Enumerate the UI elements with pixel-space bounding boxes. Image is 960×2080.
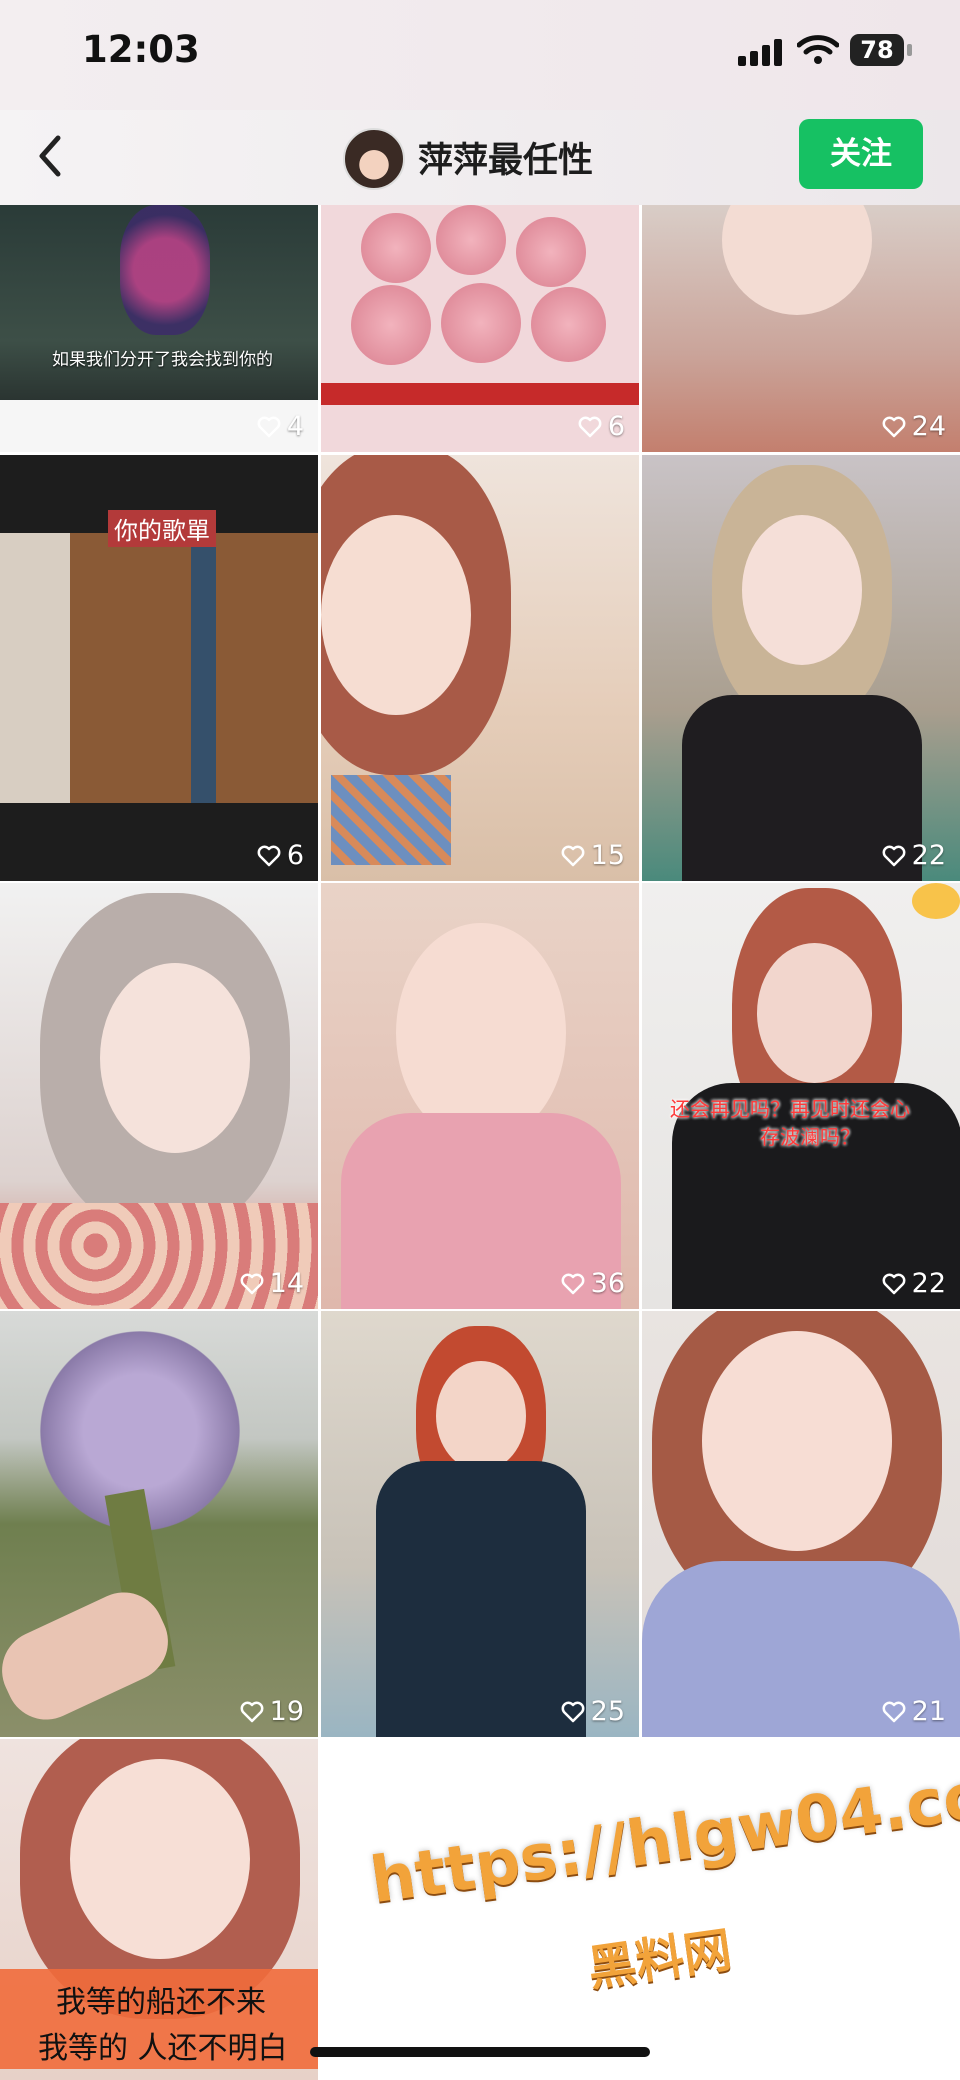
video-thumbnail[interactable]: 22 <box>642 455 960 881</box>
portrait-face <box>702 1331 892 1551</box>
video-thumbnail[interactable]: 24 <box>642 205 960 452</box>
tile-caption: 我等的船还不来 <box>56 1985 266 2020</box>
username[interactable]: 萍萍最任性 <box>418 132 593 183</box>
dark-blue-jacket <box>376 1461 586 1737</box>
wifi-icon <box>797 35 839 64</box>
like-number: 22 <box>911 840 946 871</box>
heart-icon <box>240 1701 264 1722</box>
like-number: 36 <box>590 1268 625 1299</box>
battery-tip <box>907 44 912 56</box>
like-number: 4 <box>286 411 304 442</box>
signal-icon <box>738 39 782 66</box>
back-icon[interactable] <box>28 126 74 186</box>
plaid-bow <box>331 775 451 865</box>
video-thumbnail[interactable]: 你的歌單 6 <box>0 455 318 881</box>
portrait-face <box>100 963 250 1153</box>
tile-caption: 存波澜吗？ <box>760 1125 860 1149</box>
portrait-face <box>722 205 872 315</box>
status-time: 12:03 <box>82 28 200 71</box>
like-count: 22 <box>882 1268 946 1299</box>
like-number: 22 <box>911 1268 946 1299</box>
avatar[interactable] <box>343 128 405 190</box>
video-thumbnail[interactable]: 21 <box>642 1311 960 1737</box>
rose-decoration <box>441 283 521 363</box>
status-bar: 12:03 78 <box>0 0 960 110</box>
rose-decoration <box>516 217 586 287</box>
like-number: 14 <box>269 1268 304 1299</box>
like-number: 19 <box>269 1696 304 1727</box>
heart-icon <box>561 845 585 866</box>
like-count: 14 <box>240 1268 304 1299</box>
home-indicator[interactable] <box>310 2047 650 2057</box>
video-frame <box>0 533 318 803</box>
tile-caption: 还会再见吗？再见时还会心 <box>670 1097 910 1121</box>
like-count: 36 <box>561 1268 625 1299</box>
like-number: 6 <box>607 411 625 442</box>
rose-decoration <box>351 285 431 365</box>
profile-header: 萍萍最任性 关注 <box>0 110 960 205</box>
heart-icon <box>882 845 906 866</box>
heart-icon <box>240 1273 264 1294</box>
heart-icon <box>561 1273 585 1294</box>
video-figure <box>120 205 210 335</box>
portrait-face <box>396 923 566 1143</box>
heart-icon <box>882 1273 906 1294</box>
video-thumbnail[interactable]: 6 <box>321 205 639 452</box>
portrait-face <box>742 515 862 665</box>
heart-icon <box>257 845 281 866</box>
rose-decoration <box>436 205 506 275</box>
video-thumbnail[interactable]: 如果我们分开了我会找到你的 4 <box>0 205 318 452</box>
watermark-url: https://hlgw04.com <box>366 1749 960 1918</box>
like-count: 15 <box>561 840 625 871</box>
like-count: 24 <box>882 411 946 442</box>
video-thumbnail[interactable]: 19 <box>0 1311 318 1737</box>
emoji-sticker <box>912 883 960 919</box>
battery-icon: 78 <box>850 34 904 66</box>
like-count: 25 <box>561 1696 625 1727</box>
video-thumbnail[interactable]: 15 <box>321 455 639 881</box>
video-thumbnail[interactable]: 14 <box>0 883 318 1309</box>
like-number: 25 <box>590 1696 625 1727</box>
heart-icon <box>578 416 602 437</box>
like-count: 4 <box>257 411 304 442</box>
like-count: 19 <box>240 1696 304 1727</box>
tile-caption: 你的歌單 <box>108 510 216 547</box>
video-thumbnail[interactable]: 我等的船还不来 我等的 人还不明白 <box>0 1739 318 2080</box>
heart-icon <box>882 416 906 437</box>
video-thumbnail[interactable]: 还会再见吗？再见时还会心 存波澜吗？ 22 <box>642 883 960 1309</box>
video-thumbnail[interactable]: 36 <box>321 883 639 1309</box>
tile-caption: 如果我们分开了我会找到你的 <box>52 350 273 370</box>
rose-decoration <box>531 287 606 362</box>
video-thumbnail[interactable]: 25 <box>321 1311 639 1737</box>
heart-icon <box>561 1701 585 1722</box>
portrait-face <box>757 943 872 1083</box>
like-count: 22 <box>882 840 946 871</box>
heart-icon <box>882 1701 906 1722</box>
portrait-face <box>321 515 471 715</box>
heart-icon <box>257 416 281 437</box>
like-number: 6 <box>286 840 304 871</box>
portrait-face <box>70 1759 250 1959</box>
watermark-site-name: 黑料网 <box>584 1921 736 1998</box>
follow-button[interactable]: 关注 <box>799 119 923 189</box>
like-count: 6 <box>257 840 304 871</box>
like-count: 21 <box>882 1696 946 1727</box>
like-count: 6 <box>578 411 625 442</box>
like-number: 24 <box>911 411 946 442</box>
red-table-edge <box>321 383 639 405</box>
portrait-face <box>436 1361 526 1471</box>
tile-caption: 我等的 人还不明白 <box>38 2031 288 2066</box>
like-number: 21 <box>911 1696 946 1727</box>
like-number: 15 <box>590 840 625 871</box>
rose-decoration <box>361 213 431 283</box>
